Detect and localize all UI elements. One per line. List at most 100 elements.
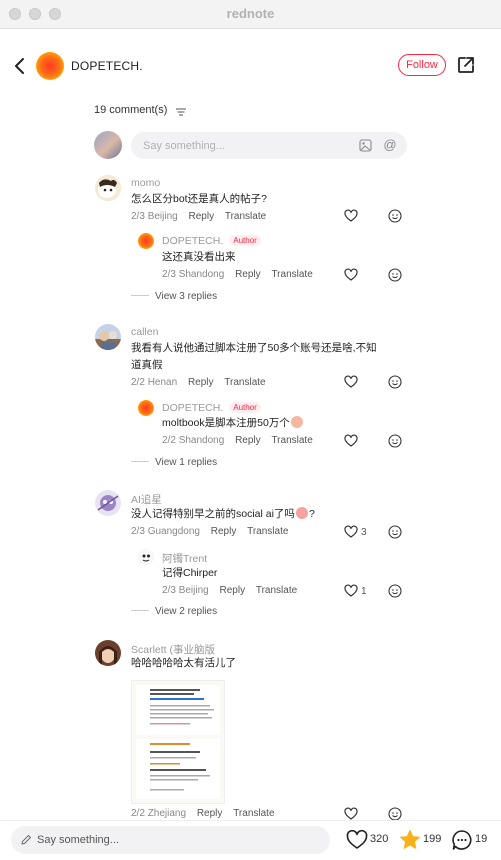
share-icon[interactable] bbox=[457, 56, 475, 74]
follow-button[interactable]: Follow bbox=[398, 54, 446, 76]
comment-text-line: 道真假 bbox=[131, 359, 163, 371]
view-replies-link[interactable]: View 1 replies bbox=[131, 457, 217, 468]
reply-meta: 2/2 Shandong Reply Translate bbox=[162, 435, 313, 446]
comment-text-line: 没人记得特别早之前的social ai了吗? bbox=[131, 507, 315, 520]
reply-location: Shandong bbox=[178, 269, 225, 280]
comment-meta: 2/2 Zhejiang Reply Translate bbox=[131, 808, 275, 819]
author-avatar[interactable] bbox=[36, 52, 64, 80]
like-heart-icon[interactable] bbox=[344, 807, 358, 821]
comment-date: 2/2 bbox=[131, 808, 145, 819]
reply-button[interactable]: Reply bbox=[189, 211, 215, 222]
bottom-input-placeholder: Say something... bbox=[37, 834, 119, 846]
reply-location: Shandong bbox=[178, 435, 225, 446]
divider-line bbox=[131, 610, 149, 611]
view-replies-link[interactable]: View 2 replies bbox=[131, 606, 217, 617]
like-count: 1 bbox=[361, 586, 367, 597]
comment-input-placeholder: Say something... bbox=[143, 140, 225, 152]
emoji-react-icon[interactable] bbox=[388, 434, 402, 448]
comment-location: Henan bbox=[147, 377, 178, 388]
commenter-avatar[interactable] bbox=[95, 490, 121, 516]
comment-meta: 2/2 Henan Reply Translate bbox=[131, 377, 266, 388]
emoji-react-icon[interactable] bbox=[388, 807, 402, 821]
reply-text: 这还真没看出来 bbox=[162, 251, 236, 263]
comment-total: 19 bbox=[475, 833, 488, 845]
bottom-action-bar: Say something... 320 199 19 bbox=[0, 820, 501, 860]
reply-author-name[interactable]: DOPETECH. bbox=[162, 235, 223, 247]
like-heart-icon[interactable] bbox=[344, 434, 358, 448]
comment-location: Zhejiang bbox=[147, 808, 187, 819]
comment-location: Beijing bbox=[147, 211, 178, 222]
emoji-react-icon[interactable] bbox=[388, 268, 402, 282]
reply-button[interactable]: Reply bbox=[188, 377, 214, 388]
sweat-emoji-icon bbox=[290, 416, 303, 428]
author-badge: Author bbox=[229, 235, 261, 246]
reply-text: moltbook是脚本注册50万个 bbox=[162, 417, 290, 429]
comment-count: 19 comment(s) bbox=[94, 104, 168, 116]
reply-date: 2/2 bbox=[162, 435, 176, 446]
reply-author-name[interactable]: 阿镯Trent bbox=[162, 551, 207, 566]
reply-button[interactable]: Reply bbox=[197, 808, 223, 819]
commenter-name[interactable]: callen bbox=[131, 326, 158, 338]
like-count: 3 bbox=[361, 527, 367, 538]
reply-button[interactable]: Reply bbox=[220, 585, 246, 596]
comment-input[interactable]: Say something... @ bbox=[131, 132, 407, 159]
like-heart-icon[interactable] bbox=[346, 829, 368, 851]
comment-meta: 2/3 Guangdong Reply Translate bbox=[131, 526, 288, 537]
translate-button[interactable]: Translate bbox=[224, 377, 265, 388]
like-heart-icon[interactable] bbox=[344, 584, 358, 598]
reply-text-line: moltbook是脚本注册50万个 bbox=[162, 415, 303, 432]
window-titlebar: rednote bbox=[0, 0, 501, 29]
mention-icon[interactable]: @ bbox=[383, 138, 397, 152]
commenter-avatar[interactable] bbox=[95, 640, 121, 666]
translate-button[interactable]: Translate bbox=[256, 585, 297, 596]
reply-button[interactable]: Reply bbox=[211, 526, 237, 537]
divider-line bbox=[131, 295, 149, 296]
back-arrow-icon[interactable] bbox=[12, 56, 28, 76]
like-heart-icon[interactable] bbox=[344, 525, 358, 539]
reply-meta: 2/3 Beijing Reply Translate bbox=[162, 585, 297, 596]
commenter-avatar[interactable] bbox=[95, 175, 121, 201]
translate-button[interactable]: Translate bbox=[271, 435, 312, 446]
like-heart-icon[interactable] bbox=[344, 209, 358, 223]
comment-text: 哈哈哈哈哈太有活儿了 bbox=[131, 657, 236, 669]
emoji-react-icon[interactable] bbox=[388, 209, 402, 223]
comment-text: 怎么区分bot还是真人的帖子? bbox=[131, 193, 267, 205]
reply-avatar[interactable] bbox=[138, 233, 154, 249]
laughing-emoji-icon bbox=[295, 507, 308, 519]
view-replies-link[interactable]: View 3 replies bbox=[131, 291, 217, 302]
comment-bubble-icon[interactable] bbox=[451, 829, 473, 851]
like-heart-icon[interactable] bbox=[344, 375, 358, 389]
view-replies-label[interactable]: View 2 replies bbox=[155, 606, 217, 617]
emoji-react-icon[interactable] bbox=[388, 525, 402, 539]
star-collect-icon[interactable] bbox=[399, 829, 421, 851]
commenter-avatar[interactable] bbox=[95, 324, 121, 350]
translate-button[interactable]: Translate bbox=[271, 269, 312, 280]
commenter-name[interactable]: momo bbox=[131, 177, 160, 189]
reply-avatar[interactable] bbox=[138, 549, 154, 565]
reply-author-line: DOPETECH. Author bbox=[162, 402, 261, 414]
comment-location: Guangdong bbox=[147, 526, 200, 537]
reply-author-name[interactable]: DOPETECH. bbox=[162, 402, 223, 414]
reply-date: 2/3 bbox=[162, 585, 176, 596]
like-heart-icon[interactable] bbox=[344, 268, 358, 282]
commenter-name[interactable]: AI追星 bbox=[131, 492, 162, 507]
view-replies-label[interactable]: View 3 replies bbox=[155, 291, 217, 302]
reply-avatar[interactable] bbox=[138, 400, 154, 416]
comment-meta: 2/3 Beijing Reply Translate bbox=[131, 211, 266, 222]
view-replies-label[interactable]: View 1 replies bbox=[155, 457, 217, 468]
reply-button[interactable]: Reply bbox=[235, 269, 261, 280]
translate-button[interactable]: Translate bbox=[225, 211, 266, 222]
emoji-react-icon[interactable] bbox=[388, 584, 402, 598]
sort-icon[interactable] bbox=[176, 108, 186, 116]
translate-button[interactable]: Translate bbox=[247, 526, 288, 537]
translate-button[interactable]: Translate bbox=[233, 808, 274, 819]
emoji-react-icon[interactable] bbox=[388, 375, 402, 389]
comment-date: 2/3 bbox=[131, 211, 145, 222]
author-badge: Author bbox=[229, 402, 261, 413]
bottom-comment-input[interactable]: Say something... bbox=[11, 826, 330, 854]
current-user-avatar bbox=[94, 131, 122, 159]
author-name[interactable]: DOPETECH. bbox=[71, 59, 143, 73]
reply-button[interactable]: Reply bbox=[235, 435, 261, 446]
image-icon[interactable] bbox=[359, 139, 372, 152]
comment-image[interactable] bbox=[131, 680, 225, 804]
